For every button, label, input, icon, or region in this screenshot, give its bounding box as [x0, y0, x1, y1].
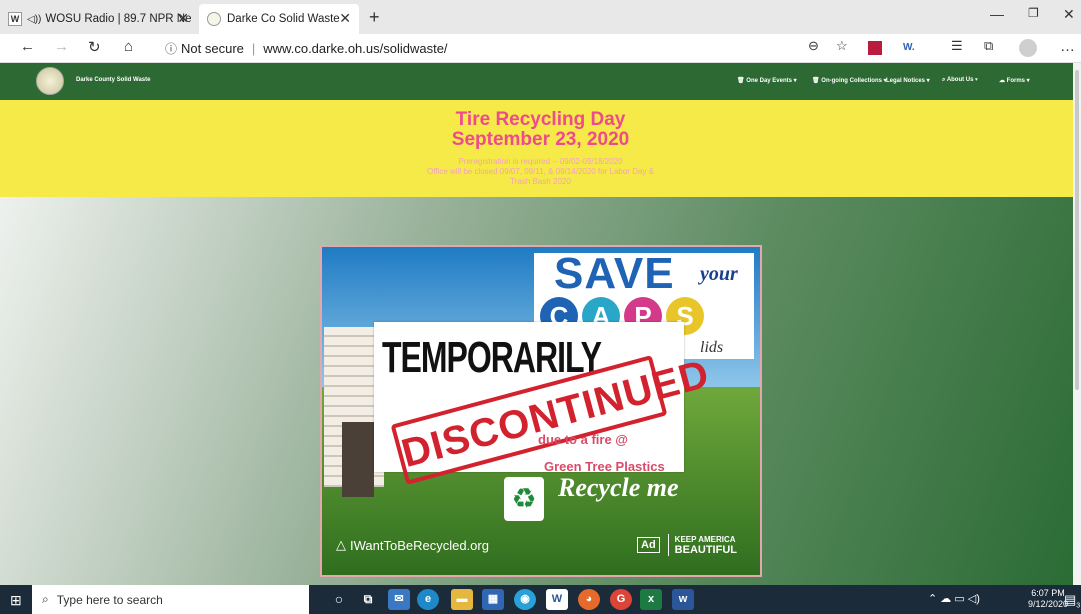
banner-notes: Preregistration is required -- 09/02-09/… [0, 157, 1081, 187]
your-text: your [700, 263, 738, 285]
speaker-icon: ◁)) [27, 13, 42, 25]
website-text: IWantToBeRecycled.org [350, 537, 489, 553]
fire-note-line1: due to a fire @ [538, 432, 628, 447]
triangle-logo-icon: △ [336, 537, 346, 552]
extension-icon[interactable] [868, 41, 882, 55]
banner-title-line: Tire Recycling Day [455, 109, 626, 130]
chrome-icon[interactable]: G [610, 589, 632, 610]
recycle-me-text: Recycle me [558, 473, 679, 502]
menu-label: On-going Collections [821, 78, 882, 84]
search-icon: ⌕ [42, 592, 49, 606]
divider: | [251, 40, 256, 56]
refresh-icon[interactable]: ↻ [88, 38, 101, 56]
browser-toolbar: ← → ↻ ⌂ ⓘ Not secure | www.co.darke.oh.u… [0, 34, 1081, 63]
cortana-icon[interactable]: ○ [328, 589, 350, 610]
menu-label: Forms [1006, 78, 1026, 84]
clock-date: 9/12/2020 [1028, 599, 1069, 609]
notification-count: 3 [1076, 602, 1081, 610]
forward-icon[interactable]: → [54, 38, 69, 55]
menu-legal-notices[interactable]: Legal Notices ▾ [886, 77, 930, 84]
favorites-list-icon[interactable]: ☰ [951, 38, 963, 54]
close-tab-icon[interactable]: ✕ [339, 10, 351, 27]
save-text: SAVE [554, 249, 675, 298]
temporarily-text: TEMPORARILY [382, 333, 602, 382]
poster-bench-leg [342, 422, 374, 497]
info-icon[interactable]: ⓘ [165, 40, 177, 57]
menu-label: Legal Notices [886, 78, 926, 84]
site-favicon-icon [207, 12, 221, 26]
menu-one-day-events[interactable]: 🗑 One Day Events ▾ [737, 77, 797, 84]
clock-time: 6:07 PM [1031, 588, 1065, 598]
office-closed-note: Office will be closed 09/07, 09/11, & 09… [427, 167, 654, 176]
restore-icon[interactable]: ❐ [1028, 6, 1039, 20]
windows-taskbar: ⊞ ⌕ Type here to search ○ ⧉ ✉ e ▬ ▦ ◉ W … [0, 585, 1081, 614]
tab-darke-solid-waste[interactable]: Darke Co Solid Waste ✕ [199, 4, 359, 34]
save-your-caps-poster: SAVE your C A P S lids TEMPORARILY DISCO… [320, 245, 762, 577]
file-explorer-icon[interactable]: ▬ [451, 589, 473, 610]
menu-ongoing-collections[interactable]: 🗑 On-going Collections ▾ [812, 77, 887, 84]
task-view-icon[interactable]: ⧉ [357, 589, 379, 610]
word-icon[interactable]: w [672, 589, 694, 610]
profile-avatar[interactable] [1019, 39, 1037, 57]
close-tab-icon[interactable]: ✕ [177, 10, 189, 27]
recycle-icon: ♻ [504, 477, 544, 521]
back-icon[interactable]: ← [20, 38, 35, 55]
ad-council-logo: Ad [637, 537, 660, 553]
tab-label: WOSU Radio | 89.7 NPR Ne [45, 13, 192, 25]
word-extension-icon[interactable]: W. [903, 42, 915, 53]
poster-website: △ IWantToBeRecycled.org [336, 537, 489, 553]
system-tray[interactable]: ⌃ ☁ ▭ ◁) [928, 592, 980, 605]
banner-date-line: September 23, 2020 [451, 129, 630, 150]
announcement-banner: Tire Recycling Day September 23, 2020 Pr… [0, 100, 1081, 197]
notifications-icon[interactable]: ▤3 [1064, 592, 1080, 610]
favorite-star-icon[interactable]: ☆ [836, 38, 848, 54]
app-icon[interactable]: ◉ [514, 589, 536, 610]
kab-logo: KEEP AMERICA BEAUTIFUL [667, 534, 737, 556]
minimize-icon[interactable]: — [990, 6, 1004, 22]
menu-label: One Day Events [746, 78, 792, 84]
excel-icon[interactable]: x [640, 589, 662, 610]
url-text: www.co.darke.oh.us/solidwaste/ [263, 40, 448, 56]
wikipedia-icon[interactable]: W [546, 589, 568, 610]
zoom-icon[interactable]: ⊖ [808, 38, 819, 54]
edge-icon[interactable]: e [417, 589, 439, 610]
ad-council-badge: Ad KEEP AMERICA BEAUTIFUL [637, 534, 737, 556]
clock[interactable]: 6:07 PM 9/12/2020 [1028, 588, 1068, 610]
preregistration-note: Preregistration is required -- 09/02-09/… [458, 157, 623, 166]
county-logo[interactable] [36, 67, 64, 95]
tab-wosu[interactable]: W ◁)) WOSU Radio | 89.7 NPR Ne ✕ [0, 4, 197, 34]
lids-text: lids [700, 339, 724, 356]
fire-note-line2: Green Tree Plastics [544, 459, 665, 474]
browser-tab-strip: W ◁)) WOSU Radio | 89.7 NPR Ne ✕ Darke C… [0, 0, 1081, 34]
menu-label: About Us [946, 77, 974, 83]
banner-title: Tire Recycling Day September 23, 2020 [0, 110, 1081, 150]
security-text: Not secure [181, 40, 244, 56]
mail-icon[interactable]: ✉ [388, 589, 410, 610]
menu-forms[interactable]: ☁ Forms ▾ [999, 77, 1030, 84]
kab-line2: BEAUTIFUL [674, 544, 737, 556]
new-tab-icon[interactable]: + [369, 7, 380, 28]
collections-icon[interactable]: ⧉ [984, 38, 993, 54]
taskbar-search-box[interactable]: ⌕ Type here to search [32, 585, 309, 614]
scrollbar-thumb[interactable] [1075, 70, 1079, 390]
address-bar[interactable]: ⓘ Not secure | www.co.darke.oh.us/solidw… [165, 37, 895, 59]
store-icon[interactable]: ▦ [482, 589, 504, 610]
home-icon[interactable]: ⌂ [124, 38, 133, 55]
w-icon: W [8, 12, 22, 26]
office-closed-note-cont: Trash Bash 2020 [510, 177, 571, 186]
tab-label: Darke Co Solid Waste [227, 13, 340, 25]
more-icon[interactable]: … [1060, 38, 1075, 55]
site-name-link[interactable]: Darke County Solid Waste [76, 77, 150, 83]
site-navbar: Darke County Solid Waste 🗑 One Day Event… [0, 63, 1081, 100]
windows-start-icon[interactable]: ⊞ [10, 592, 22, 609]
menu-about-us[interactable]: ⌕ About Us ▾ [942, 77, 978, 84]
close-window-icon[interactable]: ✕ [1063, 6, 1075, 23]
search-placeholder: Type here to search [56, 592, 163, 607]
firefox-icon[interactable]: ◕ [578, 589, 600, 610]
